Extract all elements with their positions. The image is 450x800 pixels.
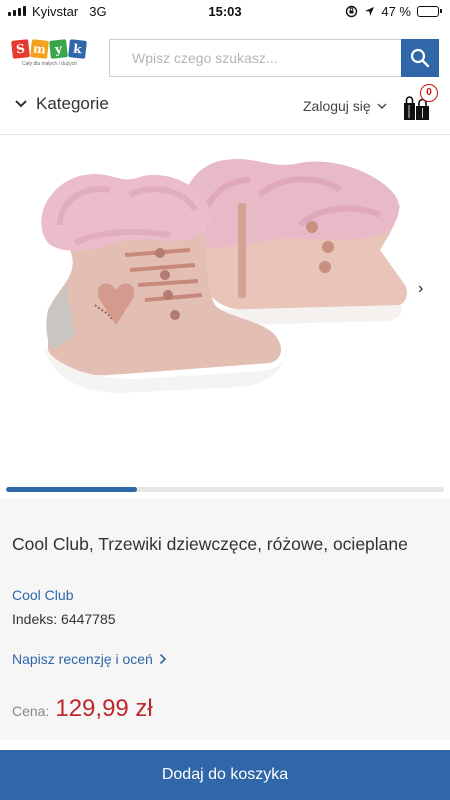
search-button[interactable] [401, 39, 439, 77]
cart-button[interactable]: 0 [402, 84, 438, 122]
signal-icon [8, 6, 26, 16]
location-arrow-icon [365, 6, 375, 16]
chevron-down-icon [15, 100, 27, 108]
network-type: 3G [89, 3, 107, 19]
status-bar: Kyivstar 3G 15:03 47 % [0, 0, 450, 22]
price-label: Cena: [12, 703, 50, 719]
logo-letter: m [30, 39, 49, 59]
login-link[interactable]: Zaloguj się [303, 98, 387, 114]
battery-percent: 47 % [381, 3, 411, 19]
search-icon [410, 48, 430, 68]
rotation-lock-icon [346, 5, 358, 17]
search-bar [109, 39, 439, 77]
review-label: Napisz recenzję i oceń [12, 651, 153, 667]
categories-label: Kategorie [36, 94, 109, 113]
gallery-progress-bar [6, 487, 444, 492]
cart-count-badge: 0 [420, 84, 438, 102]
carrier-name: Kyivstar [32, 3, 79, 19]
next-image-button[interactable]: › [418, 280, 423, 298]
login-label: Zaloguj się [303, 98, 371, 114]
index-value: 6447785 [61, 611, 116, 627]
logo-tagline: Cały dla małych i dużych [22, 61, 78, 67]
index-label: Indeks [12, 611, 54, 627]
search-input[interactable] [110, 40, 401, 76]
smyk-logo[interactable]: Smyk Cały dla małych i dużych [11, 39, 92, 74]
add-to-cart-button[interactable]: Dodaj do koszyka [0, 750, 450, 800]
categories-menu[interactable]: Kategorie [14, 94, 109, 114]
site-header: Smyk Cały dla małych i dużych [0, 36, 450, 80]
logo-letter: k [68, 39, 87, 59]
nav-row: Kategorie Zaloguj się 0 [0, 84, 450, 126]
battery-icon [417, 5, 442, 17]
product-image [41, 158, 407, 393]
product-image-gallery[interactable] [0, 135, 450, 480]
product-title: Cool Club, Trzewiki dziewczęce, różowe, … [12, 534, 408, 554]
price-value: 129,99 zł [55, 695, 153, 722]
write-review-link[interactable]: Napisz recenzję i oceń [12, 651, 167, 667]
brand-link[interactable]: Cool Club [12, 587, 73, 603]
logo-letter: y [49, 39, 68, 59]
logo-letter: S [11, 39, 30, 59]
price-row: Cena: 129,99 zł [12, 695, 153, 723]
product-page: Kyivstar 3G 15:03 47 % Smyk Cały dla mał… [0, 0, 450, 800]
product-index: Indeks: 6447785 [12, 611, 116, 627]
chevron-right-icon [159, 653, 166, 665]
chevron-down-icon [377, 103, 387, 109]
